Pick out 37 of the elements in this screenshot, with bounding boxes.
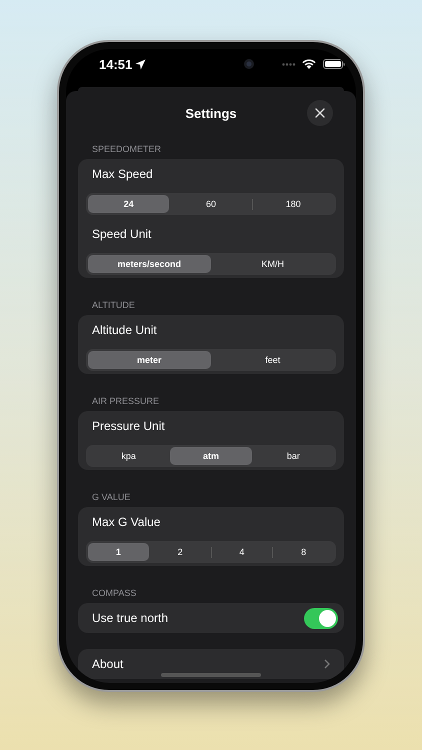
location-arrow-icon <box>135 58 146 70</box>
close-button[interactable] <box>307 100 333 126</box>
sheet-title: Settings <box>185 106 237 120</box>
segment-option[interactable]: 24 <box>88 195 170 213</box>
setting-label: Use true north <box>92 610 168 627</box>
segment-option[interactable]: kpa <box>88 447 170 465</box>
setting-label: Speed Unit <box>92 226 152 243</box>
segment-option[interactable]: 4 <box>212 543 272 561</box>
about-row[interactable]: About <box>78 649 344 679</box>
segment-option[interactable]: 60 <box>170 195 252 213</box>
setting-label: Max G Value <box>92 514 162 531</box>
segment-option[interactable]: bar <box>252 447 334 465</box>
camera-icon <box>244 59 254 69</box>
segment-option[interactable]: 1 <box>88 543 149 561</box>
segment-option[interactable]: 180 <box>252 195 334 213</box>
signal-icon <box>282 62 296 66</box>
section-header: COMPASS <box>92 587 138 599</box>
segment-option[interactable]: meter <box>88 351 210 369</box>
setting-label: Altitude Unit <box>92 322 158 339</box>
segment-option[interactable]: 8 <box>273 543 334 561</box>
setting-label: Pressure Unit <box>92 418 166 435</box>
wifi-icon <box>302 59 316 69</box>
segment-option[interactable]: feet <box>212 351 334 369</box>
segment-option[interactable]: 2 <box>150 543 210 561</box>
status-time: 14:51 <box>99 56 132 72</box>
toggle-switch[interactable] <box>304 608 338 628</box>
chevron-icon <box>324 659 330 669</box>
segment-option[interactable]: atm <box>170 447 252 465</box>
section-header: G VALUE <box>92 491 132 503</box>
battery-icon <box>323 59 346 69</box>
section-header: SPEEDOMETER <box>92 143 162 155</box>
segment-option[interactable]: meters/second <box>88 255 210 273</box>
setting-label: Max Speed <box>92 166 154 183</box>
section-header: ALTITUDE <box>92 299 136 311</box>
segment-option[interactable]: KM/H <box>212 255 334 273</box>
close-icon <box>315 108 325 118</box>
section-header: AIR PRESSURE <box>92 395 160 407</box>
